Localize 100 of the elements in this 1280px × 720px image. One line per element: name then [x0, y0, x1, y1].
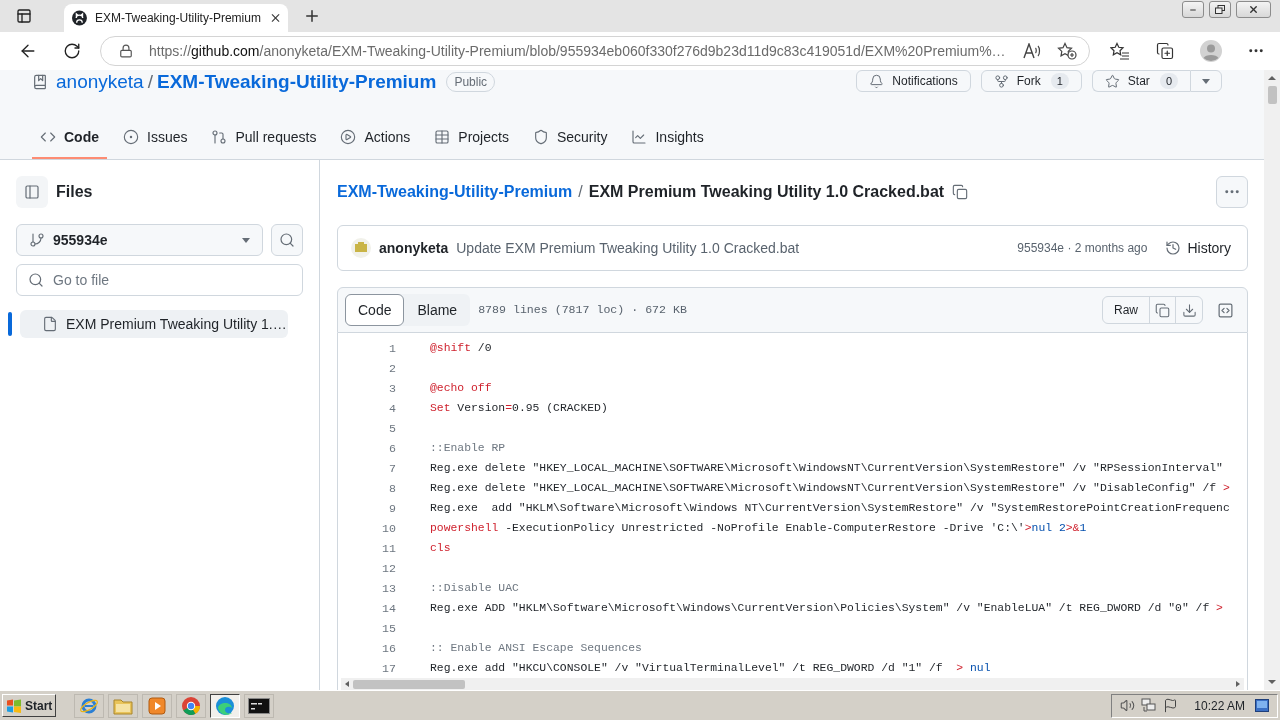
minimize-button[interactable]: [1182, 1, 1204, 18]
branch-select[interactable]: 955934e: [16, 224, 263, 256]
go-to-file-field[interactable]: Go to file: [16, 264, 303, 296]
commit-message-link[interactable]: Update EXM Premium Tweaking Utility 1.0 Cracked.bat: [456, 237, 800, 259]
line-number: 5: [388, 421, 396, 438]
security-icon: [532, 129, 549, 145]
nav-tab[interactable]: Insights: [623, 117, 712, 159]
copy-icon[interactable]: [952, 184, 969, 200]
fork-button[interactable]: Fork 1: [980, 70, 1082, 92]
star-icon: [1104, 73, 1120, 89]
line-number: 13: [381, 581, 396, 598]
line-number: 11: [381, 541, 396, 558]
vertical-scrollbar[interactable]: [1264, 70, 1280, 690]
star-list-icon: [1110, 42, 1130, 60]
search-icon: [28, 272, 44, 288]
search-button[interactable]: [271, 224, 303, 256]
repo-icon: [32, 74, 48, 90]
terminal-icon: [248, 697, 271, 714]
windows-flag-icon: [6, 698, 22, 713]
code-line: Reg.exe delete "HKEY_LOCAL_MACHINE\SOFTWARE\Microsoft\WindowsNT\CurrentVersion\SystemRestore" /v "DisableConfig" /f >: [430, 481, 1230, 497]
file-tree-item[interactable]: EXM Premium Tweaking Utility 1.…: [20, 310, 288, 338]
code-line: Reg.exe add "HKLM\Software\Microsoft\Windows NT\CurrentVersion\SystemRestore" /v "SystemRestorePointCreationFrequenc: [430, 501, 1230, 517]
menu-icon: [1249, 49, 1263, 53]
repo-name-link[interactable]: EXM-Tweaking-Utility-Premium: [156, 70, 437, 97]
avatar-icon: [351, 238, 371, 258]
code-line: ::Enable RP: [430, 441, 506, 457]
copy-icon: [1155, 302, 1170, 318]
minimize-icon: [1189, 6, 1197, 14]
nav-tab[interactable]: Issues: [115, 117, 196, 159]
tab-title: EXM-Tweaking-Utility-Premium: [94, 10, 261, 27]
star-button[interactable]: Star 0: [1091, 70, 1190, 92]
code-line: ::Disable UAC: [430, 581, 519, 597]
nav-tab[interactable]: Code: [32, 117, 107, 159]
star-plus-icon[interactable]: [1057, 42, 1077, 60]
restore-icon: [1215, 5, 1225, 14]
taskbar-app-button[interactable]: [210, 693, 241, 718]
tricolor-circle-icon: [181, 695, 202, 716]
collapse-sidebar-button[interactable]: [16, 176, 48, 208]
view-tab[interactable]: Code: [345, 294, 405, 326]
nav-tab[interactable]: Actions: [332, 117, 419, 159]
line-number: 12: [381, 561, 396, 578]
counter: 0: [1159, 73, 1178, 89]
line-number: 14: [381, 601, 396, 618]
site-logo-icon: [72, 10, 87, 26]
nav-tab[interactable]: Projects: [426, 117, 517, 159]
show-desktop-icon[interactable]: [1255, 699, 1269, 712]
taskbar-app-button[interactable]: [244, 693, 275, 718]
code-line: Reg.exe ADD "HKLM\Software\Microsoft\Windows\CurrentVersion\Policies\System" /v "EnableLUA" /t REG_DWORD /d "0" /f >: [430, 601, 1223, 617]
scrollbar-thumb[interactable]: [1267, 86, 1277, 104]
code-line: Reg.exe delete "HKEY_LOCAL_MACHINE\SOFTWARE\Microsoft\WindowsNT\CurrentVersion\SystemRestore" /v "RPSessionInterval": [430, 461, 1223, 477]
scroll-up-arrow-icon[interactable]: [1268, 76, 1276, 80]
restore-button[interactable]: [1209, 1, 1231, 18]
actions-icon: [340, 129, 357, 145]
plus-icon: [303, 7, 321, 25]
pulls-icon: [211, 129, 228, 145]
url-text: https://github.com/anonyketa/EXM-Tweaking-Utility-Premium/blob/955934eb060f330f276d9b23d11d9c83c419051d/EXM%20Premium%…: [149, 41, 1007, 61]
refresh-icon: [63, 42, 81, 60]
nav-tab[interactable]: Security: [524, 117, 616, 159]
code-line: Set Version=0.95 (CRACKED): [430, 401, 608, 417]
caret-icon: [1202, 78, 1210, 84]
sidebar-title: Files: [56, 182, 93, 202]
code-line: powershell -ExecutionPolicy Unrestricted -NoProfile Enable-ComputerRestore -Drive 'C:\'>nul 2>&1: [430, 521, 1087, 537]
breadcrumb-repo-link[interactable]: EXM-Tweaking-Utility-Premium: [337, 180, 573, 204]
counter: 1: [1050, 73, 1069, 89]
start-button[interactable]: Start: [2, 694, 57, 717]
line-number: 3: [388, 381, 396, 398]
more-icon: [1225, 190, 1239, 194]
swirl-icon: [215, 695, 236, 716]
notifications-button[interactable]: Notifications: [856, 70, 971, 92]
scroll-down-arrow-icon[interactable]: [1268, 680, 1276, 684]
nav-tab[interactable]: Pull requests: [203, 117, 325, 159]
scroll-right-arrow-icon[interactable]: [1236, 681, 1240, 687]
close-icon: [1248, 4, 1259, 15]
code-line: @echo off: [430, 381, 492, 397]
browser-tab[interactable]: EXM-Tweaking-Utility-Premium: [64, 4, 288, 32]
repo-owner-link[interactable]: anonyketa: [56, 70, 144, 97]
flag-icon[interactable]: [1163, 698, 1179, 713]
history-button[interactable]: History: [1157, 234, 1239, 262]
star-dropdown-button[interactable]: [1190, 70, 1222, 92]
scrollbar-thumb[interactable]: [353, 679, 465, 689]
folder-icon: [113, 696, 134, 715]
line-number: 17: [381, 661, 396, 678]
play-tile-icon: [148, 696, 167, 715]
code-line: @shift /0: [430, 341, 492, 357]
code-square-icon: [1216, 301, 1234, 319]
network-icon[interactable]: [1141, 698, 1158, 713]
scroll-left-arrow-icon[interactable]: [345, 681, 349, 687]
read-aloud-icon[interactable]: [1023, 43, 1041, 59]
address-field[interactable]: https://github.com/anonyketa/EXM-Tweaking-Utility-Premium/blob/955934eb060f330f276d9b23d11d9c83c419051d/EXM%20Premium%…: [100, 36, 1090, 66]
speaker-icon[interactable]: [1120, 698, 1136, 713]
path-separator: /: [578, 182, 583, 202]
view-tab[interactable]: Blame: [404, 294, 471, 326]
code-line: Reg.exe add "HKCU\CONSOLE" /v "VirtualTerminalLevel" /t REG_DWORD /d "1" /f > nul: [430, 661, 991, 677]
commit-author-link[interactable]: anonyketa: [379, 237, 449, 259]
close-window-button[interactable]: [1236, 1, 1271, 18]
bell-icon: [869, 73, 885, 89]
code-icon: [40, 129, 56, 145]
clock-icon: [1165, 240, 1182, 256]
line-number: 8: [388, 481, 396, 498]
horizontal-scrollbar[interactable]: [341, 678, 1244, 690]
